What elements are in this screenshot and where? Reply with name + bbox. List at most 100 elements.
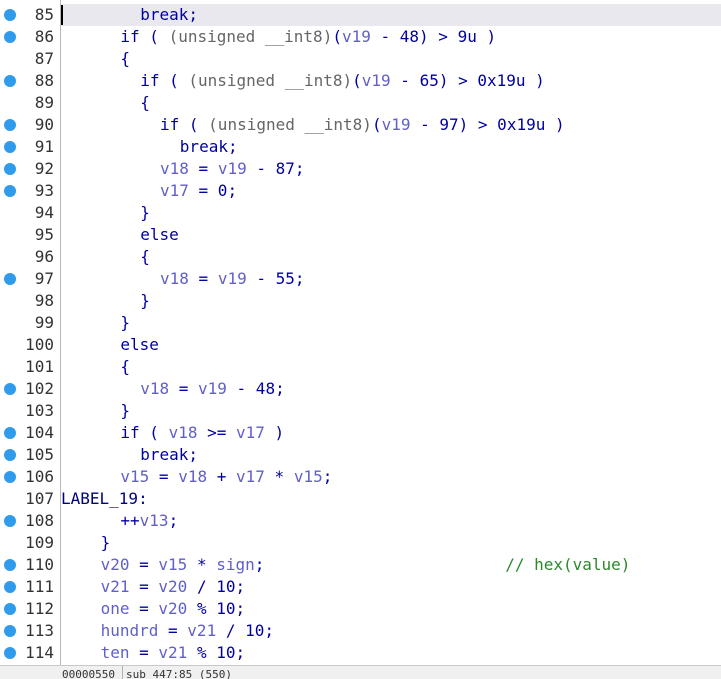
code-line[interactable]: 107 LABEL_19: — [0, 488, 721, 510]
code-line[interactable]: 93 v17 = 0; — [0, 180, 721, 202]
code-line[interactable]: 94} — [0, 202, 721, 224]
code-text: { — [120, 356, 130, 378]
breakpoint-dot-icon[interactable] — [4, 141, 16, 153]
line-number: 95 — [34, 225, 54, 244]
code-line[interactable]: 112 one = v20 % 10; — [0, 598, 721, 620]
code-line[interactable]: 90 if ( (unsigned __int8)(v19 - 97) > 0x1… — [0, 114, 721, 136]
code-line[interactable]: 96 { — [0, 246, 721, 268]
breakpoint-dot-icon[interactable] — [4, 185, 16, 197]
code-line[interactable]: 106 v15 = v18 + v17 * v15; — [0, 466, 721, 488]
cast-token: (unsigned __int8) — [168, 27, 333, 46]
breakpoint-dot-icon[interactable] — [4, 163, 16, 175]
breakpoint-dot-icon[interactable] — [4, 31, 16, 43]
code-line[interactable]: 101 { — [0, 356, 721, 378]
line-number: 101 — [25, 357, 54, 376]
line-number: 91 — [34, 137, 54, 156]
line-number: 93 — [34, 181, 54, 200]
code-line[interactable]: 105 break; — [0, 444, 721, 466]
code-line[interactable]: 114 ten = v21 % 10; — [0, 642, 721, 664]
status-address: 00000550 — [62, 668, 115, 679]
code-text: ten = v21 % 10; — [101, 642, 246, 664]
breakpoint-dot-icon[interactable] — [4, 559, 16, 571]
breakpoint-dot-icon[interactable] — [4, 581, 16, 593]
code-line[interactable]: 91 break; — [0, 136, 721, 158]
code-line[interactable]: 98} — [0, 290, 721, 312]
code-token: = — [158, 621, 188, 640]
code-text: ++v13; — [120, 510, 178, 532]
breakpoint-dot-icon[interactable] — [4, 119, 16, 131]
code-text: v18 = v19 - 48; — [140, 378, 285, 400]
code-line[interactable]: 92 v18 = v19 - 87; — [0, 158, 721, 180]
code-token: } — [140, 291, 150, 310]
code-line[interactable]: 99} — [0, 312, 721, 334]
code-line[interactable]: 100 else — [0, 334, 721, 356]
code-token: = — [149, 467, 179, 486]
breakpoint-dot-icon[interactable] — [4, 449, 16, 461]
variable-token: hundrd — [100, 621, 159, 640]
variable-token: v15 — [293, 467, 323, 486]
code-token: break; — [140, 445, 198, 464]
status-bar: 00000550 sub_447:85 (550) — [0, 665, 721, 679]
code-line[interactable]: 110 v20 = v15 * sign; // hex(value) — [0, 554, 721, 576]
code-token: - 55; — [246, 269, 305, 288]
code-line[interactable]: 97 v18 = v19 - 55; — [0, 268, 721, 290]
breakpoint-dot-icon[interactable] — [4, 273, 16, 285]
line-number: 108 — [25, 511, 54, 530]
code-line[interactable]: 88 if ( (unsigned __int8)(v19 - 65) > 0x1… — [0, 70, 721, 92]
pseudocode-editor[interactable]: 85 break; 86 if ( (unsigned __int8)(v19 - 4… — [0, 0, 721, 665]
line-number: 107 — [25, 489, 54, 508]
line-number: 97 — [34, 269, 54, 288]
code-line[interactable]: 86 if ( (unsigned __int8)(v19 - 48) > 9u … — [0, 26, 721, 48]
code-token: / 10; — [187, 577, 246, 596]
breakpoint-dot-icon[interactable] — [4, 427, 16, 439]
breakpoint-dot-icon[interactable] — [4, 515, 16, 527]
code-token: = — [129, 643, 159, 662]
breakpoint-dot-icon[interactable] — [4, 383, 16, 395]
code-line[interactable]: 87 { — [0, 48, 721, 70]
breakpoint-dot-icon[interactable] — [4, 603, 16, 615]
code-line[interactable]: 111 v21 = v20 / 10; — [0, 576, 721, 598]
code-token: ; — [168, 511, 179, 530]
variable-token: v18 — [160, 159, 189, 178]
code-token: { — [140, 247, 150, 266]
code-token: ) — [264, 423, 285, 442]
line-number: 89 — [34, 93, 54, 112]
code-line[interactable]: 113 hundrd = v21 / 10; — [0, 620, 721, 642]
code-text: { — [140, 92, 150, 114]
variable-token: v19 — [341, 27, 371, 46]
cast-token: (unsigned __int8) — [188, 71, 353, 90]
code-line[interactable]: 102 v18 = v19 - 48; — [0, 378, 721, 400]
line-number: 102 — [25, 379, 54, 398]
line-number: 99 — [34, 313, 54, 332]
code-token: - 48) > 9u ) — [370, 27, 497, 46]
variable-token: sign — [216, 555, 255, 574]
variable-token: v15 — [120, 467, 150, 486]
line-number: 86 — [34, 27, 54, 46]
breakpoint-dot-icon[interactable] — [4, 471, 16, 483]
code-token: if ( — [120, 27, 169, 46]
breakpoint-dot-icon[interactable] — [4, 647, 16, 659]
code-line[interactable]: 109} — [0, 532, 721, 554]
variable-token: v19 — [217, 159, 247, 178]
breakpoint-dot-icon[interactable] — [4, 9, 16, 21]
variable-token: v19 — [217, 269, 247, 288]
code-text: if ( (unsigned __int8)(v19 - 48) > 9u ) — [120, 26, 496, 48]
code-token: - 65) > 0x19u ) — [390, 71, 545, 90]
code-line[interactable]: 89 { — [0, 92, 721, 114]
code-token: ( — [352, 71, 362, 90]
code-token: % 10; — [187, 643, 246, 662]
code-line[interactable]: 108 ++v13; — [0, 510, 721, 532]
breakpoint-dot-icon[interactable] — [4, 625, 16, 637]
code-line[interactable]: 85 break; — [0, 4, 721, 26]
code-text: LABEL_19: — [61, 488, 148, 510]
code-text: if ( (unsigned __int8)(v19 - 97) > 0x19u… — [160, 114, 565, 136]
code-token: } — [120, 313, 131, 332]
code-text: v18 = v19 - 55; — [160, 268, 305, 290]
variable-token: v20 — [100, 555, 130, 574]
code-line[interactable]: 103} — [0, 400, 721, 422]
code-text: v15 = v18 + v17 * v15; — [120, 466, 332, 488]
code-line[interactable]: 95 else — [0, 224, 721, 246]
variable-token: v17 — [160, 181, 189, 200]
code-line[interactable]: 104 if ( v18 >= v17 ) — [0, 422, 721, 444]
breakpoint-dot-icon[interactable] — [4, 75, 16, 87]
